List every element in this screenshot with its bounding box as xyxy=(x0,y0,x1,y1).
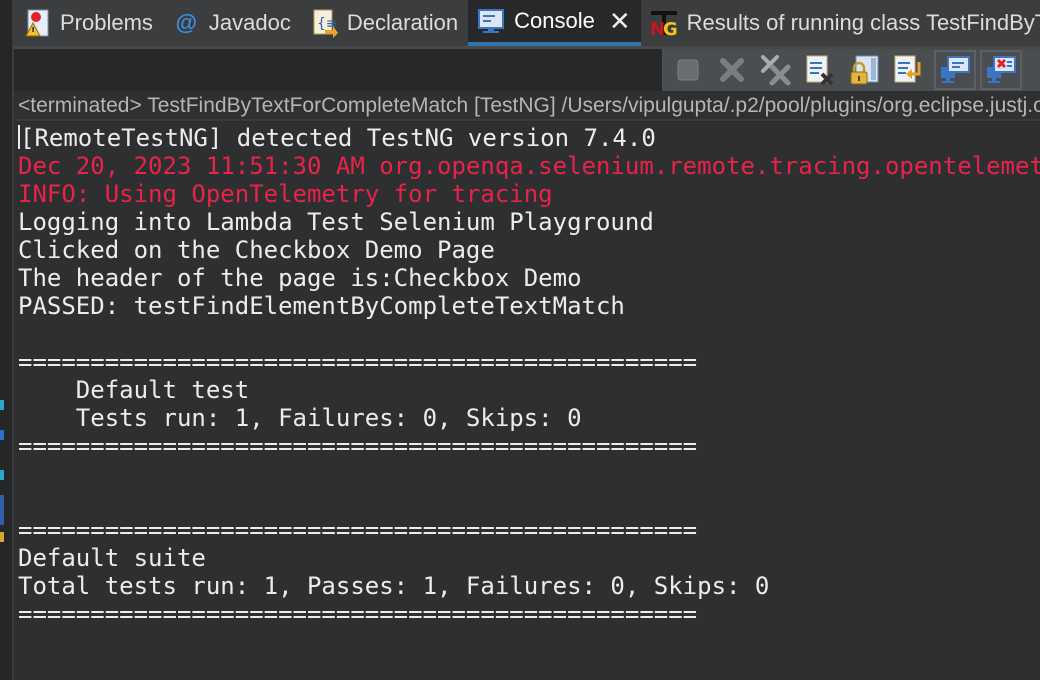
remove-launch-button[interactable] xyxy=(714,52,750,88)
clear-console-button[interactable] xyxy=(802,52,838,88)
ruler-marker xyxy=(0,470,4,480)
console-text: [RemoteTestNG] detected TestNG version 7… xyxy=(14,122,1040,628)
stop-icon xyxy=(677,59,699,81)
console-line: [RemoteTestNG] detected TestNG version 7… xyxy=(18,124,656,152)
ruler-marker xyxy=(0,400,4,410)
tab-label: Javadoc xyxy=(208,10,291,35)
process-label: <terminated> TestFindByTextForCompleteMa… xyxy=(14,91,1040,121)
tab-label: Declaration xyxy=(346,10,459,35)
ruler-marker xyxy=(0,495,4,525)
ruler-marker xyxy=(0,430,4,440)
scroll-lock-icon xyxy=(850,55,879,85)
console-line: PASSED: testFindElementByCompleteTextMat… xyxy=(18,292,625,320)
console-line: Default test xyxy=(18,376,250,404)
console-line: Clicked on the Checkbox Demo Page xyxy=(18,236,495,264)
testng-icon: N G xyxy=(649,8,679,38)
problems-icon xyxy=(22,8,52,38)
left-panel-edge xyxy=(0,0,14,680)
console-separator: ========================================… xyxy=(18,600,698,628)
remove-all-terminated-button[interactable] xyxy=(758,52,794,88)
console-line: Total tests run: 1, Passes: 1, Failures:… xyxy=(18,572,770,600)
show-console-stdout-icon xyxy=(941,56,970,83)
console-line: Tests run: 1, Failures: 0, Skips: 0 xyxy=(18,404,582,432)
console-line-stderr: INFO: Using OpenTelemetry for tracing xyxy=(18,180,553,208)
tab-javadoc[interactable]: @ Javadoc xyxy=(163,0,301,46)
console-line-stderr: Dec 20, 2023 11:51:30 AM org.openqa.sele… xyxy=(18,152,1040,180)
view-tab-bar: Problems @ Javadoc {≡ Declaration Consol… xyxy=(14,0,1040,49)
remove-all-icon xyxy=(761,55,791,86)
tab-console[interactable]: Console ✕ xyxy=(468,0,641,46)
tab-declaration[interactable]: {≡ Declaration xyxy=(301,0,468,46)
console-toolbar-row xyxy=(14,49,1040,91)
svg-text:G: G xyxy=(663,19,678,38)
scroll-lock-button[interactable] xyxy=(846,52,882,88)
remove-icon xyxy=(720,58,744,82)
tab-label: Problems xyxy=(60,10,153,35)
tab-label: Results of running class TestFindByTextF… xyxy=(686,10,1040,35)
show-console-stderr-icon xyxy=(987,56,1016,83)
ruler-marker xyxy=(0,532,4,542)
console-separator: ========================================… xyxy=(18,348,698,376)
console-output[interactable]: [RemoteTestNG] detected TestNG version 7… xyxy=(14,122,1040,680)
console-line: The header of the page is:Checkbox Demo xyxy=(18,264,582,292)
javadoc-icon: @ xyxy=(175,10,197,35)
terminate-button[interactable] xyxy=(670,52,706,88)
tab-problems[interactable]: Problems xyxy=(14,0,163,46)
console-line: Logging into Lambda Test Selenium Playgr… xyxy=(18,208,654,236)
word-wrap-icon xyxy=(894,55,921,83)
declaration-icon: {≡ xyxy=(309,8,339,38)
console-separator: ========================================… xyxy=(18,516,698,544)
console-separator: ========================================… xyxy=(18,432,698,460)
clear-console-icon xyxy=(806,55,834,86)
tab-label: Console xyxy=(514,8,595,33)
console-toolbar xyxy=(662,49,1040,91)
close-icon[interactable]: ✕ xyxy=(609,6,631,37)
console-icon xyxy=(476,6,506,36)
show-on-stdout-button[interactable] xyxy=(934,50,976,90)
console-line: Default suite xyxy=(18,544,206,572)
show-on-stderr-button[interactable] xyxy=(980,50,1022,90)
tab-testng-results[interactable]: N G Results of running class TestFindByT… xyxy=(641,0,1040,46)
word-wrap-button[interactable] xyxy=(890,52,926,88)
